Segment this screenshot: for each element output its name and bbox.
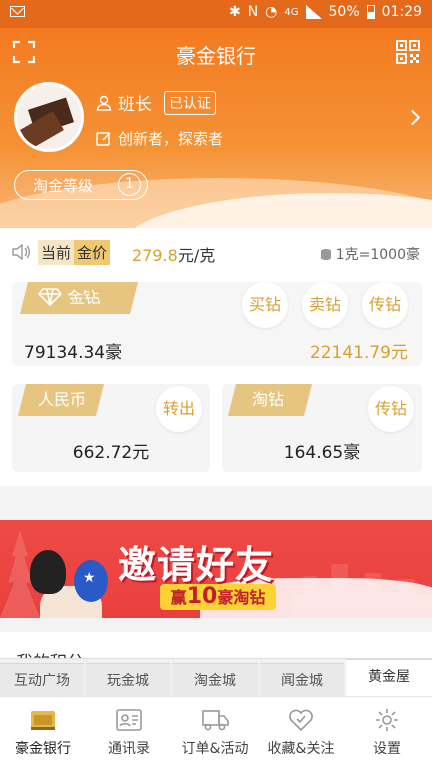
status-bar: ✱ N ◔ 4G 50% 01:29 bbox=[0, 0, 432, 28]
user-info[interactable]: 班长 已认证 bbox=[96, 90, 216, 115]
signature-text: 创新者，探索者 bbox=[118, 130, 224, 148]
contacts-icon bbox=[116, 709, 142, 731]
transfer-diamond-button[interactable]: 传钻 bbox=[362, 282, 408, 328]
heart-icon bbox=[289, 709, 313, 732]
tao-diamond-card[interactable]: 淘钻 传钻 164.65豪 bbox=[222, 384, 422, 472]
level-button[interactable]: 淘金等级 1 bbox=[14, 170, 148, 200]
batman-illustration bbox=[30, 550, 66, 594]
banner-title: 邀请好友 bbox=[118, 543, 275, 587]
gold-price-unit: 元/克 bbox=[177, 246, 216, 265]
wifi-icon: ◔ bbox=[265, 4, 278, 20]
user-icon bbox=[96, 95, 112, 111]
gold-price: 279.8元/克 bbox=[132, 242, 215, 266]
gold-price-bar: 当前 金价 279.8元/克 1克=1000豪 bbox=[0, 228, 432, 276]
transfer-out-button[interactable]: 转出 bbox=[156, 386, 202, 432]
price-label: 当前 金价 bbox=[38, 240, 111, 265]
qr-code-icon[interactable] bbox=[396, 40, 420, 64]
sell-diamond-button[interactable]: 卖钻 bbox=[302, 282, 348, 328]
user-name: 班长 bbox=[118, 95, 152, 115]
diamond-icon bbox=[38, 288, 62, 306]
conversion-rate: 1克=1000豪 bbox=[320, 244, 420, 264]
rmb-card[interactable]: 人民币 转出 662.72元 bbox=[12, 384, 210, 472]
clock: 01:29 bbox=[381, 4, 422, 20]
subtab-play-gold-city[interactable]: 玩金城 bbox=[86, 663, 170, 697]
tab-orders-label: 订单&活动 bbox=[181, 741, 249, 757]
tab-settings-label: 设置 bbox=[373, 741, 401, 757]
battery-level: 50% bbox=[328, 4, 360, 20]
tab-contacts-label: 通讯录 bbox=[108, 741, 150, 757]
edit-icon bbox=[96, 131, 111, 146]
gold-price-number: 279.8 bbox=[132, 246, 178, 265]
level-value: 1 bbox=[118, 173, 141, 196]
tao-tag: 淘钻 bbox=[228, 384, 312, 416]
buy-diamond-button[interactable]: 买钻 bbox=[242, 282, 288, 328]
tao-amount: 164.65豪 bbox=[283, 443, 361, 463]
coins-icon bbox=[320, 248, 331, 260]
gold-diamond-card[interactable]: 金钻 买钻 卖钻 传钻 79134.34豪 22141.79元 bbox=[12, 282, 422, 366]
gold-value: 22141.79元 bbox=[309, 343, 408, 363]
signal-icon bbox=[305, 5, 322, 19]
tab-orders[interactable]: 订单&活动 bbox=[172, 697, 258, 768]
price-label-gold: 金价 bbox=[74, 240, 111, 265]
tab-favorites[interactable]: 收藏&关注 bbox=[258, 697, 344, 768]
subtab-interactive-square[interactable]: 互动广场 bbox=[0, 663, 84, 697]
invite-friends-banner[interactable]: 邀请好友 赢10豪淘钻 bbox=[0, 520, 432, 618]
transfer-tao-button[interactable]: 传钻 bbox=[368, 386, 414, 432]
banner-sub-prefix: 赢 bbox=[170, 588, 187, 607]
tao-tag-label: 淘钻 bbox=[252, 390, 285, 409]
avatar[interactable] bbox=[14, 82, 84, 152]
rmb-tag: 人民币 bbox=[18, 384, 104, 416]
bluetooth-icon: ✱ bbox=[228, 4, 241, 20]
bottom-tab-bar: 豪金银行 通讯录 订单&活动 收藏&关注 设置 bbox=[0, 696, 432, 768]
battery-icon bbox=[366, 5, 375, 19]
level-label: 淘金等级 bbox=[33, 176, 94, 195]
subtab-tao-gold-city[interactable]: 淘金城 bbox=[172, 663, 258, 697]
subtab-gold-house[interactable]: 黄金屋 bbox=[346, 659, 432, 697]
captain-illustration bbox=[74, 560, 108, 602]
gold-tag-label: 金钻 bbox=[65, 288, 103, 307]
signature-row[interactable]: 创新者，探索者 bbox=[96, 128, 223, 149]
speaker-icon bbox=[12, 244, 30, 260]
tab-bank-label: 豪金银行 bbox=[15, 741, 71, 757]
tab-bank[interactable]: 豪金银行 bbox=[0, 697, 86, 768]
truck-icon bbox=[202, 710, 229, 731]
gear-icon bbox=[376, 709, 398, 731]
wallet-icon bbox=[31, 711, 55, 730]
price-label-current: 当前 bbox=[38, 240, 75, 265]
tab-settings[interactable]: 设置 bbox=[344, 697, 430, 768]
mail-icon bbox=[10, 6, 25, 17]
sub-navigation: 互动广场 玩金城 淘金城 闻金城 黄金屋 bbox=[0, 658, 432, 697]
verified-badge: 已认证 bbox=[164, 90, 216, 115]
nfc-icon: N bbox=[247, 4, 259, 20]
rate-text: 1克=1000豪 bbox=[335, 247, 420, 263]
tab-favorites-label: 收藏&关注 bbox=[267, 741, 335, 757]
banner-sub-suffix: 豪淘钻 bbox=[217, 588, 266, 607]
profile-header: 豪金银行 班长 已认证 创新者，探索者 淘金等级 1 bbox=[0, 28, 432, 228]
banner-sub-number: 10 bbox=[186, 584, 218, 609]
gold-tag: 金钻 bbox=[20, 282, 138, 314]
rmb-tag-label: 人民币 bbox=[38, 390, 87, 409]
chevron-right-icon[interactable] bbox=[404, 109, 421, 126]
tab-contacts[interactable]: 通讯录 bbox=[86, 697, 172, 768]
gold-amount: 79134.34豪 bbox=[24, 343, 123, 363]
page-title: 豪金银行 bbox=[176, 44, 256, 68]
banner-subtitle: 赢10豪淘钻 bbox=[160, 584, 276, 610]
rmb-amount: 662.72元 bbox=[72, 443, 150, 463]
network-label: 4G bbox=[284, 6, 299, 18]
subtab-news-gold-city[interactable]: 闻金城 bbox=[260, 663, 344, 697]
